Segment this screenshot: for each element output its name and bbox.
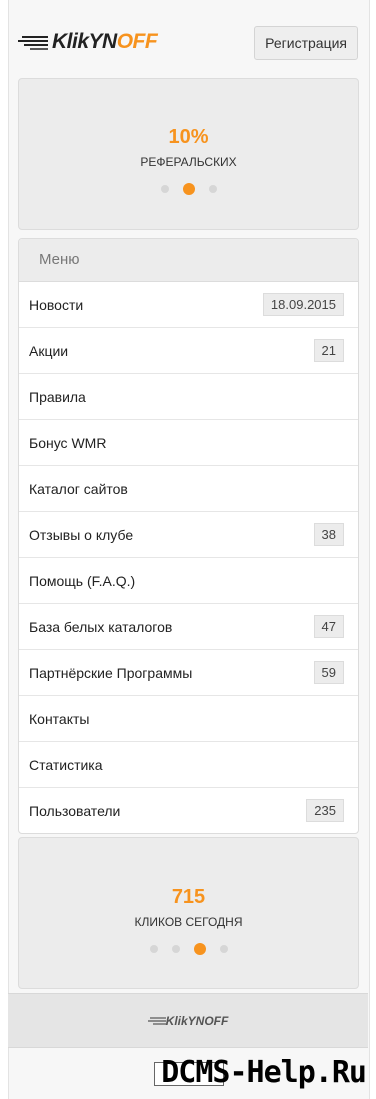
menu-item-label: Пользователи — [29, 802, 121, 819]
menu-item-label: Каталог сайтов — [29, 480, 128, 497]
slider-dot[interactable] — [219, 945, 228, 953]
menu-item[interactable]: Каталог сайтов — [19, 466, 358, 512]
slider-dots — [19, 943, 358, 955]
count-badge: 38 — [313, 523, 344, 546]
slider-dots — [19, 183, 358, 195]
slider-dot[interactable] — [208, 185, 217, 193]
menu-item-label: Партнёрские Программы — [29, 664, 193, 681]
clicks-value: 715 — [171, 886, 206, 908]
menu-item[interactable]: Акции 21 — [19, 328, 358, 374]
referral-caption: РЕФЕРАЛЬСКИХ — [140, 155, 237, 169]
count-badge: 18.09.2015 — [262, 293, 344, 316]
count-badge: 59 — [313, 661, 344, 684]
menu-item[interactable]: Партнёрские Программы 59 — [19, 650, 358, 696]
watermark: DCMS-Help.Ru — [161, 1055, 367, 1090]
slider-dot[interactable] — [193, 943, 206, 955]
menu-item[interactable]: Статистика — [19, 742, 358, 788]
count-badge: 21 — [313, 339, 344, 362]
menu-item[interactable]: Бонус WMR — [19, 420, 358, 466]
menu-item[interactable]: Помощь (F.A.Q.) — [19, 558, 358, 604]
menu-item-label: Статистика — [29, 756, 103, 773]
menu-item-label: База белых каталогов — [29, 618, 173, 635]
footer: KlikYNOFF — [8, 993, 368, 1048]
referral-value: 10% — [168, 126, 209, 148]
footer-logo: KlikYNOFF — [165, 1013, 229, 1028]
count-badge: 235 — [306, 799, 344, 822]
menu-item[interactable]: Контакты — [19, 696, 358, 742]
slider-dot[interactable] — [160, 185, 169, 193]
slider-dot[interactable] — [149, 945, 158, 953]
menu-item-label: Акции — [29, 342, 69, 359]
menu-item-label: Контакты — [29, 710, 90, 727]
header: KlikYNOFF Регистрация — [18, 26, 358, 60]
speed-lines-icon — [147, 1016, 166, 1025]
menu-item[interactable]: Новости 18.09.2015 — [19, 282, 358, 328]
menu-title: Меню — [19, 239, 358, 282]
menu-item-label: Помощь (F.A.Q.) — [29, 572, 136, 589]
menu-item-label: Бонус WMR — [29, 434, 107, 451]
slider-dot[interactable] — [182, 183, 195, 195]
menu: Меню Новости 18.09.2015 Акции 21 Правила Бону… — [18, 238, 359, 834]
clicks-caption: КЛИКОВ СЕГОДНЯ — [134, 915, 243, 929]
referral-slider: 10% РЕФЕРАЛЬСКИХ — [18, 78, 359, 230]
site-logo[interactable]: KlikYNOFF — [18, 30, 158, 54]
menu-item-label: Правила — [29, 388, 86, 405]
menu-item-label: Отзывы о клубе — [29, 526, 134, 543]
menu-item[interactable]: База белых каталогов 47 — [19, 604, 358, 650]
menu-item[interactable]: Отзывы о клубе 38 — [19, 512, 358, 558]
speed-lines-icon — [18, 36, 48, 50]
slider-dot[interactable] — [171, 945, 180, 953]
logo-word: KlikYNOFF — [52, 30, 158, 53]
register-button[interactable]: Регистрация — [254, 26, 358, 60]
menu-item[interactable]: Пользователи 235 — [19, 788, 358, 833]
clicks-slider: 715 КЛИКОВ СЕГОДНЯ — [18, 837, 359, 989]
menu-item-label: Новости — [29, 296, 84, 313]
count-badge: 47 — [313, 615, 344, 638]
menu-item[interactable]: Правила — [19, 374, 358, 420]
